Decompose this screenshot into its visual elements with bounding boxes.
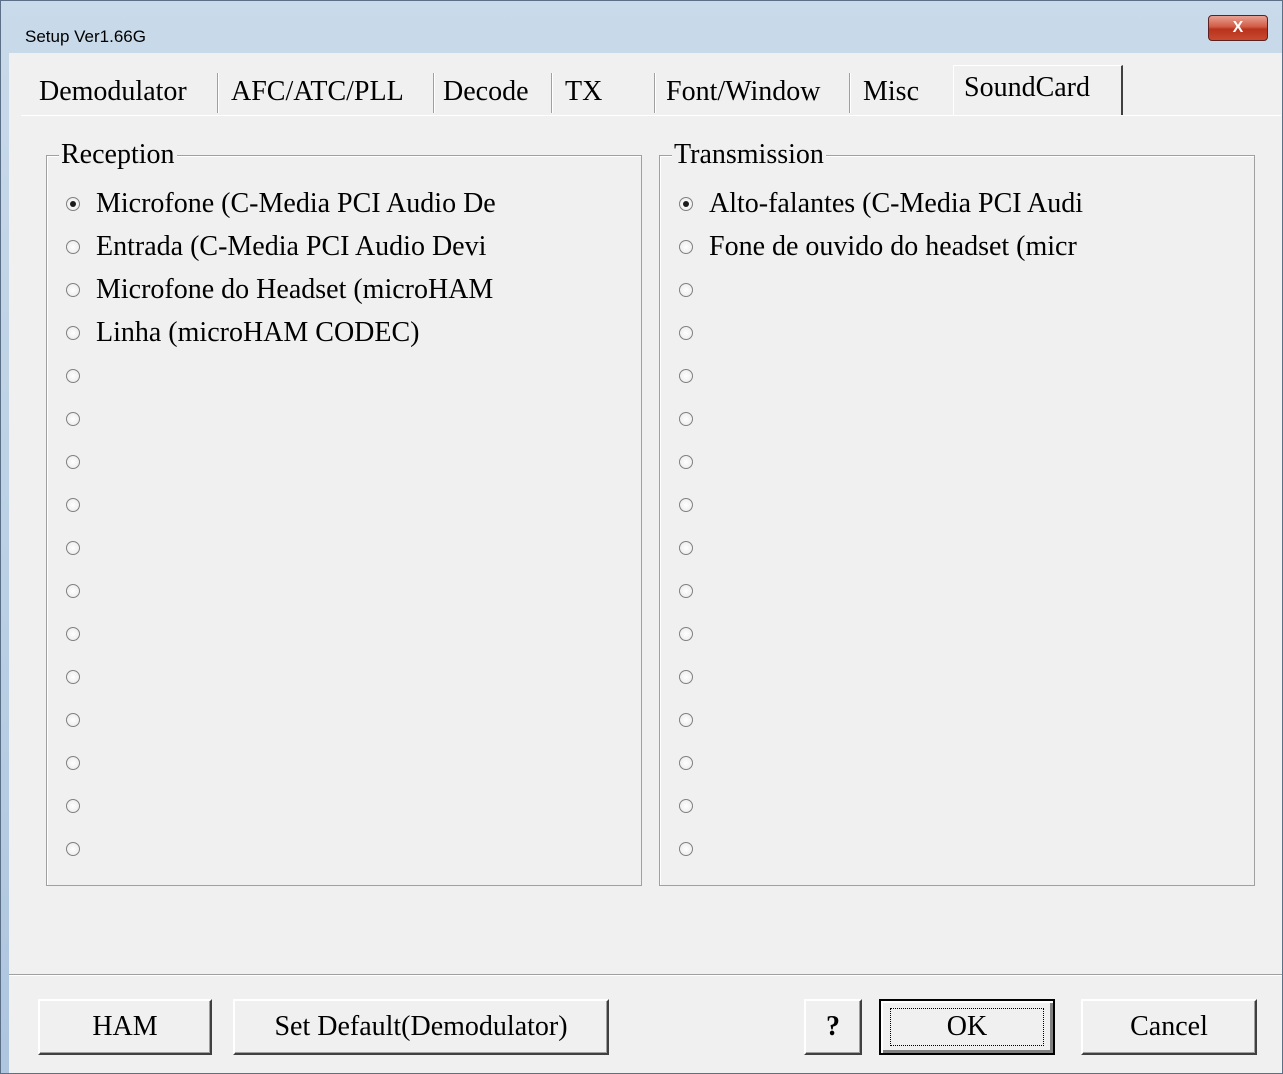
reception-option[interactable] (66, 571, 96, 611)
transmission-option[interactable] (679, 442, 709, 482)
radio-button[interactable] (679, 498, 693, 512)
reception-option[interactable]: Entrada (C-Media PCI Audio Devi (66, 227, 486, 267)
radio-button[interactable] (66, 799, 80, 813)
tab-separator (654, 73, 656, 113)
reception-option[interactable] (66, 485, 96, 525)
transmission-option[interactable] (679, 657, 709, 697)
radio-button[interactable] (66, 842, 80, 856)
radio-button[interactable] (66, 326, 80, 340)
button-bar-divider (9, 974, 1282, 976)
transmission-option[interactable] (679, 485, 709, 525)
reception-option[interactable] (66, 829, 96, 869)
radio-button[interactable] (66, 283, 80, 297)
tab-misc[interactable]: Misc (863, 75, 919, 109)
transmission-option[interactable] (679, 313, 709, 353)
reception-option[interactable] (66, 528, 96, 568)
radio-button[interactable] (66, 412, 80, 426)
ok-button-label: OK (889, 1008, 1045, 1046)
ham-button[interactable]: HAM (38, 999, 212, 1055)
reception-option[interactable] (66, 743, 96, 783)
radio-button[interactable] (66, 369, 80, 383)
help-button[interactable]: ? (804, 999, 862, 1055)
radio-button[interactable] (679, 799, 693, 813)
close-button[interactable]: X (1208, 15, 1268, 41)
radio-button[interactable] (66, 455, 80, 469)
radio-button[interactable] (679, 412, 693, 426)
transmission-option[interactable] (679, 786, 709, 826)
tab-separator (849, 73, 851, 113)
transmission-option[interactable] (679, 614, 709, 654)
tab-separator (433, 73, 435, 113)
radio-button[interactable] (679, 283, 693, 297)
transmission-option[interactable] (679, 356, 709, 396)
transmission-option[interactable] (679, 700, 709, 740)
radio-button[interactable] (66, 541, 80, 555)
radio-button[interactable] (66, 627, 80, 641)
tab-soundcard[interactable]: SoundCard (964, 71, 1090, 105)
radio-button[interactable] (679, 197, 693, 211)
radio-button[interactable] (66, 670, 80, 684)
tab-font-window[interactable]: Font/Window (666, 75, 820, 109)
radio-button[interactable] (66, 756, 80, 770)
tab-tx[interactable]: TX (565, 75, 602, 109)
reception-option[interactable]: Linha (microHAM CODEC) (66, 313, 420, 353)
radio-button[interactable] (679, 670, 693, 684)
radio-button[interactable] (679, 240, 693, 254)
transmission-option[interactable] (679, 571, 709, 611)
tab-afc-atc-pll[interactable]: AFC/ATC/PLL (231, 75, 404, 109)
radio-button[interactable] (679, 455, 693, 469)
radio-button[interactable] (66, 498, 80, 512)
tab-separator (217, 73, 219, 113)
reception-option[interactable] (66, 700, 96, 740)
dialog-client-area: Demodulator AFC/ATC/PLL Decode TX Font/W… (9, 53, 1282, 1073)
radio-button[interactable] (66, 197, 80, 211)
set-default-demodulator-button[interactable]: Set Default(Demodulator) (233, 999, 609, 1055)
reception-option[interactable] (66, 786, 96, 826)
tab-demodulator[interactable]: Demodulator (39, 75, 187, 109)
tab-panel-top-edge (21, 115, 1281, 116)
tab-separator (551, 73, 553, 113)
radio-button[interactable] (679, 713, 693, 727)
transmission-option[interactable]: Alto-falantes (C-Media PCI Audi (679, 184, 1083, 224)
setup-dialog: Setup Ver1.66G X Demodulator AFC/ATC/PLL… (0, 0, 1283, 1074)
transmission-option[interactable]: Fone de ouvido do headset (micr (679, 227, 1077, 267)
radio-button[interactable] (66, 240, 80, 254)
ok-button[interactable]: OK (879, 999, 1055, 1055)
transmission-group-title: Transmission (672, 138, 826, 172)
reception-option[interactable] (66, 442, 96, 482)
reception-option[interactable]: Microfone do Headset (microHAM (66, 270, 493, 310)
radio-button[interactable] (679, 627, 693, 641)
tab-decode[interactable]: Decode (443, 75, 529, 109)
radio-button[interactable] (679, 842, 693, 856)
reception-option[interactable] (66, 657, 96, 697)
reception-option[interactable] (66, 399, 96, 439)
radio-button[interactable] (66, 713, 80, 727)
transmission-option[interactable] (679, 270, 709, 310)
radio-button[interactable] (679, 326, 693, 340)
radio-button[interactable] (679, 541, 693, 555)
close-icon: X (1232, 19, 1244, 36)
transmission-option[interactable] (679, 528, 709, 568)
transmission-option[interactable] (679, 743, 709, 783)
title-bar[interactable]: Setup Ver1.66G X (1, 1, 1282, 53)
transmission-option[interactable] (679, 829, 709, 869)
radio-button[interactable] (66, 584, 80, 598)
window-title: Setup Ver1.66G (25, 27, 146, 46)
radio-button[interactable] (679, 369, 693, 383)
reception-option[interactable]: Microfone (C-Media PCI Audio De (66, 184, 496, 224)
radio-button[interactable] (679, 584, 693, 598)
cancel-button[interactable]: Cancel (1081, 999, 1257, 1055)
reception-option[interactable] (66, 614, 96, 654)
transmission-option[interactable] (679, 399, 709, 439)
radio-button[interactable] (679, 756, 693, 770)
reception-group-title: Reception (59, 138, 177, 172)
reception-option[interactable] (66, 356, 96, 396)
